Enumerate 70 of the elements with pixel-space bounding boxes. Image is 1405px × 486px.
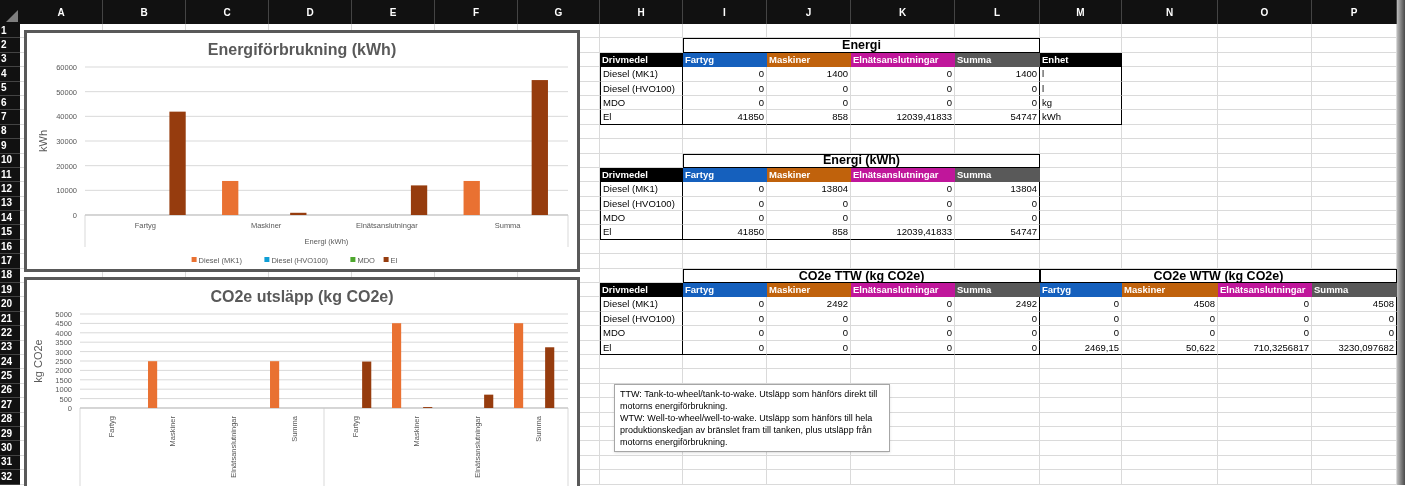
table-cell: Diesel (MK1)	[600, 297, 683, 312]
column-header[interactable]: M	[1040, 0, 1122, 24]
bar	[222, 180, 239, 215]
row-header[interactable]: 27	[0, 398, 20, 413]
column-header[interactable]: E	[352, 0, 435, 24]
column-header[interactable]: L	[955, 0, 1040, 24]
column-heading: Summa	[1312, 283, 1397, 298]
table-cell: El	[600, 110, 683, 125]
row-header[interactable]: 4	[0, 67, 20, 82]
column-header[interactable]: N	[1122, 0, 1218, 24]
bar	[463, 180, 480, 215]
row-header[interactable]: 17	[0, 254, 20, 269]
table-cell: MDO	[600, 211, 683, 226]
column-header[interactable]: G	[518, 0, 600, 24]
axis-title: kg CO2e	[32, 339, 44, 383]
table-cell: MDO	[600, 326, 683, 341]
column-heading: Maskiner	[767, 283, 851, 298]
chart-title: Energiförbrukning (kWh)	[207, 41, 397, 58]
column-heading: Fartyg	[1040, 283, 1122, 298]
bar	[148, 361, 158, 408]
table-cell: El	[600, 225, 683, 240]
row-header[interactable]: 22	[0, 326, 20, 341]
column-header[interactable]: A	[20, 0, 103, 24]
bar	[290, 212, 307, 215]
row-header[interactable]: 15	[0, 225, 20, 240]
bar	[362, 361, 372, 408]
table-cell: l	[1040, 67, 1122, 82]
note-paragraph: WTW: Well-to-wheel/well-to-wake. Utsläpp som hänförs till hela produktionskedjan av bränslet fram till tanken, plus utsläpp från motorns energiförbrukning.	[620, 412, 874, 448]
column-header[interactable]: B	[103, 0, 186, 24]
table-cell: Diesel (MK1)	[600, 182, 683, 197]
table-cell: 54747	[955, 225, 1040, 240]
column-header[interactable]: H	[600, 0, 683, 24]
row-header[interactable]: 9	[0, 139, 20, 154]
row-header[interactable]: 14	[0, 211, 20, 226]
column-heading: Elnätsanslutningar	[1218, 283, 1312, 298]
table-cell: Diesel (MK1)	[600, 67, 683, 82]
column-heading: Drivmedel	[600, 283, 683, 298]
corner-triangle-icon	[6, 10, 18, 22]
row-header[interactable]: 1	[0, 24, 20, 39]
column-heading: Summa	[955, 283, 1040, 298]
column-header[interactable]: C	[186, 0, 269, 24]
row-header[interactable]: 30	[0, 441, 20, 456]
row-header[interactable]: 12	[0, 182, 20, 197]
row-header[interactable]: 32	[0, 470, 20, 485]
column-header[interactable]: D	[269, 0, 352, 24]
column-header[interactable]: I	[683, 0, 767, 24]
column-header[interactable]: P	[1312, 0, 1397, 24]
column-header[interactable]: J	[767, 0, 851, 24]
row-header[interactable]: 20	[0, 297, 20, 312]
column-header[interactable]: O	[1218, 0, 1312, 24]
bar	[270, 361, 280, 408]
row-header[interactable]: 19	[0, 283, 20, 298]
table-cell: kWh	[1040, 110, 1122, 125]
row-header[interactable]: 7	[0, 110, 20, 125]
bar	[484, 394, 494, 408]
column-header[interactable]: F	[435, 0, 518, 24]
table-cell: 54747	[955, 110, 1040, 125]
select-all-corner[interactable]	[0, 0, 20, 24]
row-header[interactable]: 25	[0, 369, 20, 384]
table-title: Energi	[683, 38, 1040, 53]
column-heading: Fartyg	[683, 283, 767, 298]
row-header[interactable]: 2	[0, 38, 20, 53]
column-header[interactable]: K	[851, 0, 955, 24]
chart-title: CO2e utsläpp (kg CO2e)	[210, 288, 394, 305]
axis-title: kWh	[37, 130, 49, 152]
column-heading: Elnätsanslutningar	[851, 283, 955, 298]
bar	[545, 347, 555, 408]
bar	[410, 185, 428, 215]
note-paragraph: TTW: Tank-to-wheel/tank-to-wake. Utsläpp som hänförs direkt till motorns energiförbrukning.	[620, 388, 879, 412]
column-heading: Maskiner	[1122, 283, 1218, 298]
